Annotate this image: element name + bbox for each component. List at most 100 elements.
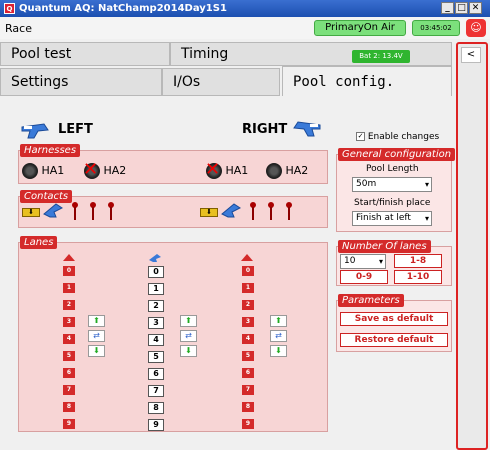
minimize-button[interactable]: _ (441, 2, 454, 14)
contact-pin-icon[interactable] (90, 202, 96, 220)
save-as-default-button[interactable]: Save as default (340, 312, 448, 326)
lane-right-item[interactable]: 9 (242, 419, 254, 429)
harness-label: HA1 (41, 164, 65, 177)
tab-ios[interactable]: I/Os (162, 68, 280, 96)
harness-right-ha2[interactable]: HA2 (266, 163, 308, 179)
lane-left-item[interactable]: 1 (63, 283, 75, 293)
lane-left-item[interactable]: 8 (63, 402, 75, 412)
harnesses-header: Harnesses (20, 144, 81, 157)
lane-count-select[interactable]: 10 ▾ (340, 254, 386, 269)
chevron-down-icon: ▾ (378, 257, 383, 266)
lane-right-item[interactable]: 4 (242, 334, 254, 344)
contact-pin-icon[interactable] (108, 202, 114, 220)
checkbox-box: ✓ (356, 132, 365, 141)
general-config-header: General configuration (338, 148, 456, 161)
start-finish-select[interactable]: Finish at left ▾ (352, 211, 432, 226)
speaker-disabled-icon (83, 159, 100, 180)
lane-right-item[interactable]: 0 (242, 266, 254, 276)
lane-middle-item[interactable]: 7 (148, 385, 164, 397)
harness-label: HA2 (103, 164, 127, 177)
lane-left-item[interactable]: 5 (63, 351, 75, 361)
lanes-1-8-button[interactable]: 1-8 (394, 254, 442, 268)
tab-pool-config[interactable]: Pool config. (282, 66, 452, 96)
move-up-icon[interactable]: ⬆ (270, 315, 287, 327)
harness-left-ha2[interactable]: HA2 (83, 159, 127, 180)
right-side-panel (456, 42, 488, 450)
harness-label: HA1 (225, 164, 249, 177)
user-icon[interactable]: ☺ (466, 19, 486, 37)
parameters-header: Parameters (338, 294, 404, 307)
touchpad-icon[interactable]: ⬇ (200, 208, 218, 217)
harness-right-ha1[interactable]: HA1 (205, 159, 249, 180)
lane-right-item[interactable]: 8 (242, 402, 254, 412)
lane-right-item[interactable]: 7 (242, 385, 254, 395)
lane-left-item[interactable]: 0 (63, 266, 75, 276)
start-finish-label: Start/finish place (354, 198, 431, 208)
battery-badge: Bat 2: 13.4V (352, 50, 410, 63)
status-row: Race PrimaryOn Air 03:45:02 ☺ (0, 17, 490, 39)
contact-pin-icon[interactable] (286, 202, 292, 220)
tab-timing-label: Timing (181, 46, 229, 62)
enable-changes-checkbox[interactable]: ✓ Enable changes (356, 132, 439, 142)
harness-left-ha1[interactable]: HA1 (22, 163, 64, 179)
left-board-icon (62, 248, 76, 261)
lane-right-item[interactable]: 1 (242, 283, 254, 293)
lane-middle-item[interactable]: 4 (148, 334, 164, 346)
lane-middle-item[interactable]: 1 (148, 283, 164, 295)
swap-icon[interactable]: ⇄ (88, 330, 105, 342)
app-icon: Q (4, 3, 15, 14)
lanes-0-9-button[interactable]: 0-9 (340, 270, 388, 284)
collapse-panel-button[interactable]: < (461, 47, 481, 63)
start-gun-icon[interactable] (220, 202, 242, 222)
primary-on-air-badge: PrimaryOn Air (314, 20, 406, 36)
touchpad-icon[interactable]: ⬇ (22, 208, 40, 217)
lane-left-item[interactable]: 3 (63, 317, 75, 327)
tab-settings[interactable]: Settings (0, 68, 162, 96)
contact-pin-icon[interactable] (268, 202, 274, 220)
start-finish-value: Finish at left (356, 213, 411, 223)
contact-pin-icon[interactable] (72, 202, 78, 220)
lane-right-item[interactable]: 5 (242, 351, 254, 361)
swap-icon[interactable]: ⇄ (270, 330, 287, 342)
harness-label: HA2 (285, 164, 309, 177)
close-button[interactable]: ✕ (469, 2, 482, 14)
move-down-icon[interactable]: ⬇ (88, 345, 105, 357)
lane-middle-item[interactable]: 8 (148, 402, 164, 414)
lane-right-item[interactable]: 3 (242, 317, 254, 327)
lanes-1-10-button[interactable]: 1-10 (394, 270, 442, 284)
right-title: RIGHT (242, 122, 288, 137)
start-gun-icon[interactable] (42, 202, 64, 222)
lane-middle-item[interactable]: 9 (148, 419, 164, 431)
move-down-icon[interactable]: ⬇ (180, 345, 197, 357)
tab-pool-test[interactable]: Pool test (0, 42, 170, 66)
number-of-lanes-header: Number Of lanes (338, 240, 431, 253)
move-down-icon[interactable]: ⬇ (270, 345, 287, 357)
lane-left-item[interactable]: 2 (63, 300, 75, 310)
lane-middle-item[interactable]: 2 (148, 300, 164, 312)
chevron-down-icon: ▾ (424, 214, 429, 223)
move-up-icon[interactable]: ⬆ (180, 315, 197, 327)
lane-left-item[interactable]: 6 (63, 368, 75, 378)
pool-length-label: Pool Length (366, 164, 419, 174)
lane-left-item[interactable]: 7 (63, 385, 75, 395)
lane-middle-item[interactable]: 6 (148, 368, 164, 380)
lane-middle-item[interactable]: 3 (148, 317, 164, 329)
lane-middle-item[interactable]: 0 (148, 266, 164, 278)
right-board-icon (240, 248, 254, 261)
window-title: Quantum AQ: NatChamp2014Day1S1 (19, 3, 227, 14)
lane-right-item[interactable]: 2 (242, 300, 254, 310)
pool-length-select[interactable]: 50m ▾ (352, 177, 432, 192)
enable-changes-label: Enable changes (367, 132, 440, 142)
maximize-button[interactable]: □ (455, 2, 468, 14)
restore-default-button[interactable]: Restore default (340, 333, 448, 347)
lane-left-item[interactable]: 4 (63, 334, 75, 344)
lane-right-item[interactable]: 6 (242, 368, 254, 378)
lane-middle-item[interactable]: 5 (148, 351, 164, 363)
clock-badge: 03:45:02 (412, 20, 460, 36)
move-up-icon[interactable]: ⬆ (88, 315, 105, 327)
left-gun-icon (20, 122, 52, 140)
lane-left-item[interactable]: 9 (63, 419, 75, 429)
swap-icon[interactable]: ⇄ (180, 330, 197, 342)
contact-pin-icon[interactable] (250, 202, 256, 220)
middle-gun-icon (148, 248, 162, 262)
